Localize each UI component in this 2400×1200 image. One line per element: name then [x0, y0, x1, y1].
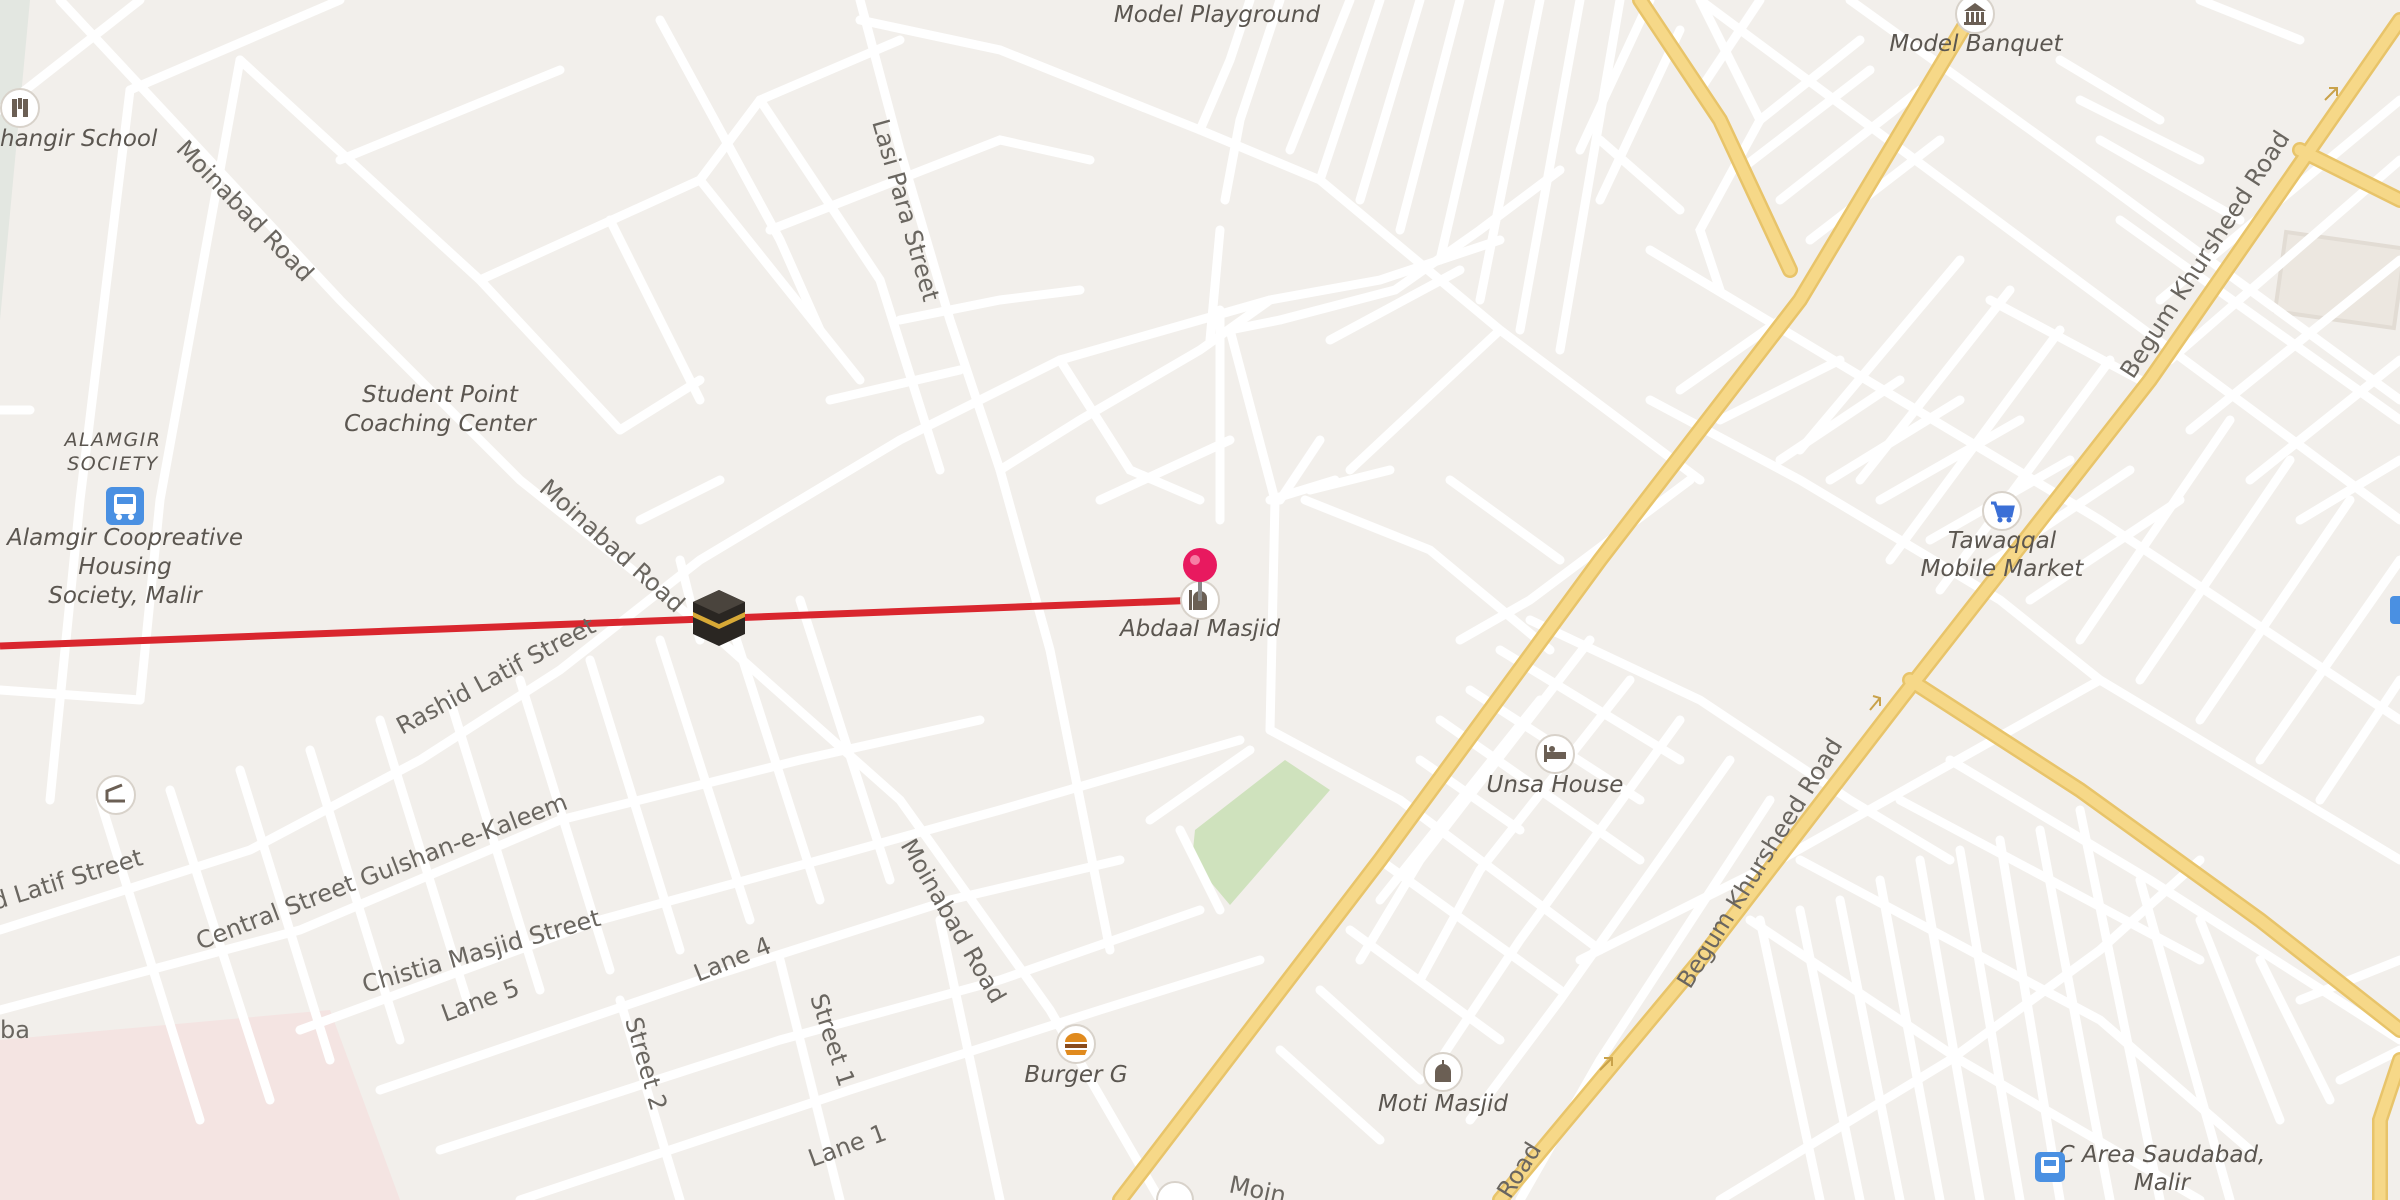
- place-label: Model Banquet: [1889, 31, 2063, 57]
- place-label: Tawaqqal: [1948, 528, 2057, 554]
- district-label: SOCIETY: [67, 453, 159, 475]
- bus-stop-icon[interactable]: [2390, 596, 2400, 624]
- place-label: C Area Saudabad,: [2059, 1142, 2266, 1168]
- burger-icon[interactable]: [1056, 1024, 1096, 1064]
- shopping-cart-icon[interactable]: [1982, 491, 2022, 531]
- place-label: Mobile Market: [1921, 556, 2085, 582]
- place-label: hangir School: [0, 126, 158, 152]
- place-label: Moti Masjid: [1378, 1091, 1508, 1117]
- place-label: Alamgir Coopreative: [5, 525, 243, 551]
- place-label: Society, Malir: [48, 583, 203, 609]
- school-icon[interactable]: [0, 88, 40, 128]
- map-canvas[interactable]: Moinabad Road Moinabad Road Moinabad Roa…: [0, 0, 2400, 1200]
- place-label: Student Point: [362, 382, 519, 408]
- district-label: ALAMGIR: [62, 429, 161, 451]
- hotel-icon[interactable]: [1535, 734, 1575, 774]
- place-label: Malir: [2134, 1170, 2192, 1196]
- place-label: Burger G: [1024, 1062, 1127, 1088]
- place-label: Housing: [78, 554, 172, 580]
- parking-icon[interactable]: [96, 775, 136, 815]
- place-label: Unsa House: [1487, 772, 1624, 798]
- mosque-icon[interactable]: [1423, 1052, 1463, 1092]
- street-label: ba: [0, 1016, 30, 1044]
- bank-icon[interactable]: [1955, 0, 1995, 34]
- bus-stop-icon[interactable]: [2035, 1152, 2065, 1182]
- bus-stop-icon[interactable]: [106, 487, 144, 525]
- place-label: Coaching Center: [344, 411, 537, 437]
- kaaba-icon[interactable]: [693, 590, 745, 646]
- place-label: Model Playground: [1114, 2, 1321, 28]
